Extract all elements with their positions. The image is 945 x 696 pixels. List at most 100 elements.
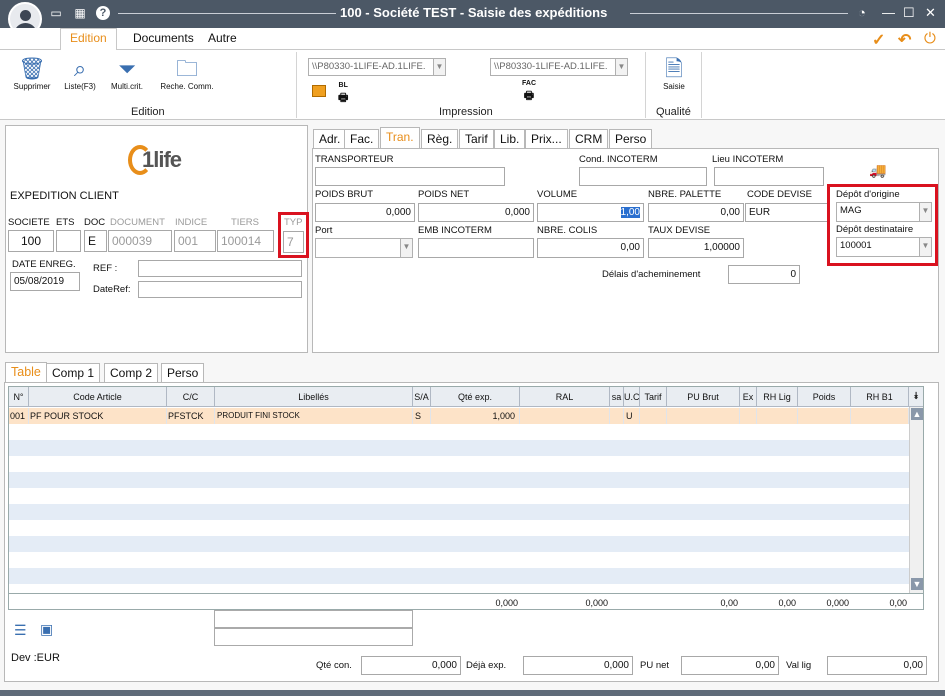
- undo-icon[interactable]: ↶: [898, 30, 911, 50]
- search-order-button[interactable]: 🗀 Reche. Comm.: [156, 56, 218, 91]
- tab-edition[interactable]: Edition: [60, 28, 117, 51]
- empty-table-row[interactable]: [9, 568, 909, 584]
- empty-table-row[interactable]: [9, 504, 909, 520]
- tiers-field[interactable]: 100014: [217, 230, 274, 252]
- cell-libelle[interactable]: PRODUIT FINI STOCK: [215, 408, 413, 424]
- empty-table-row[interactable]: [9, 472, 909, 488]
- cell-tarif[interactable]: [640, 408, 667, 424]
- code-devise-field[interactable]: EUR: [745, 203, 830, 222]
- empty-table-row[interactable]: [9, 440, 909, 456]
- empty-table-row[interactable]: [9, 536, 909, 552]
- close-icon[interactable]: ✕: [925, 5, 936, 21]
- libelle-extra-1[interactable]: [214, 610, 413, 628]
- cell-pu[interactable]: [667, 408, 740, 424]
- ets-field[interactable]: [56, 230, 81, 252]
- tab-lib[interactable]: Lib.: [494, 129, 526, 148]
- poids-net-field[interactable]: 0,000: [418, 203, 534, 222]
- tab-grid-perso[interactable]: Perso: [161, 363, 205, 382]
- delete-button[interactable]: 🗑 Supprimer: [7, 56, 57, 91]
- saisie-button[interactable]: 🗎 Saisie: [650, 56, 698, 91]
- col-header[interactable]: U.C: [624, 387, 640, 407]
- cell-cc[interactable]: PFSTCK: [167, 408, 215, 424]
- column-chooser-icon[interactable]: ⯯: [909, 387, 923, 407]
- box-icon[interactable]: ▣: [40, 621, 53, 638]
- depot-origine-select[interactable]: MAG ▼: [836, 202, 932, 222]
- cell-n[interactable]: 001: [9, 408, 29, 424]
- tab-comp2[interactable]: Comp 2: [104, 363, 159, 382]
- printer-select-1[interactable]: \\P80330-1LIFE-AD.1LIFE. ▼: [308, 58, 446, 76]
- col-header[interactable]: sa: [610, 387, 624, 407]
- vertical-scrollbar[interactable]: ▲ ▼: [909, 407, 923, 593]
- col-header[interactable]: Code Article: [29, 387, 167, 407]
- cell-uc[interactable]: U: [624, 408, 640, 424]
- tab-adr[interactable]: Adr.: [313, 129, 347, 148]
- indice-field[interactable]: 001: [174, 230, 216, 252]
- power-icon[interactable]: ⏻: [924, 30, 936, 47]
- document-number-field[interactable]: 000039: [108, 230, 172, 252]
- tab-perso[interactable]: Perso: [609, 129, 653, 148]
- pu-net-field[interactable]: 0,00: [681, 656, 779, 675]
- tab-reg[interactable]: Règ.: [421, 129, 459, 148]
- cell-sa[interactable]: S: [413, 408, 431, 424]
- col-header[interactable]: RH B1: [851, 387, 909, 407]
- col-header[interactable]: S/A: [413, 387, 431, 407]
- cell-rhb1[interactable]: [851, 408, 909, 424]
- col-header[interactable]: RAL: [520, 387, 610, 407]
- tab-tarif[interactable]: Tarif: [459, 129, 494, 148]
- taux-devise-field[interactable]: 1,00000: [648, 238, 744, 258]
- tab-comp1[interactable]: Comp 1: [46, 363, 101, 382]
- deja-exp-field[interactable]: 0,000: [523, 656, 633, 675]
- empty-table-row[interactable]: [9, 424, 909, 440]
- col-header[interactable]: RH Lig: [757, 387, 798, 407]
- nbre-palette-field[interactable]: 0,00: [648, 203, 744, 222]
- tab-table[interactable]: Table: [5, 362, 47, 383]
- depot-dest-select[interactable]: 100001 ▼: [836, 237, 932, 257]
- col-header[interactable]: Qté exp.: [431, 387, 520, 407]
- emb-incoterm-field[interactable]: [418, 238, 534, 258]
- tab-fac[interactable]: Fac.: [344, 129, 380, 148]
- empty-table-row[interactable]: [9, 552, 909, 568]
- cell-rh[interactable]: [757, 408, 798, 424]
- cell-sa2[interactable]: [610, 408, 624, 424]
- col-header[interactable]: Libellés: [215, 387, 413, 407]
- volume-field[interactable]: 1,00: [537, 203, 644, 222]
- tab-tran[interactable]: Tran.: [380, 127, 420, 149]
- cell-poids[interactable]: [798, 408, 851, 424]
- delais-field[interactable]: 0: [728, 265, 800, 284]
- print-bl-button[interactable]: BL 🖶: [338, 82, 348, 108]
- col-header[interactable]: Ex: [740, 387, 757, 407]
- tab-crm[interactable]: CRM: [569, 129, 609, 148]
- minimize-icon[interactable]: —: [882, 5, 895, 20]
- libelle-extra-2[interactable]: [214, 628, 413, 646]
- printer-select-2[interactable]: \\P80330-1LIFE-AD.1LIFE. ▼: [490, 58, 628, 76]
- lieu-incoterm-field[interactable]: [714, 167, 824, 186]
- calculator-icon[interactable]: ▦: [73, 6, 87, 20]
- val-lig-field[interactable]: 0,00: [827, 656, 927, 675]
- scroll-down-icon[interactable]: ▼: [911, 578, 923, 590]
- maximize-icon[interactable]: ☐: [903, 5, 915, 21]
- tab-prix[interactable]: Prix...: [525, 129, 568, 148]
- scroll-up-icon[interactable]: ▲: [911, 408, 923, 420]
- print-fac-button[interactable]: FAC 🖶: [522, 80, 536, 106]
- empty-table-row[interactable]: [9, 520, 909, 536]
- monitor-icon[interactable]: ▭: [49, 6, 63, 20]
- doc-field[interactable]: E: [84, 230, 107, 252]
- col-header[interactable]: C/C: [167, 387, 215, 407]
- nbre-colis-field[interactable]: 0,00: [537, 238, 644, 258]
- help-icon[interactable]: ?: [96, 6, 110, 20]
- truck-icon[interactable]: 🚚: [869, 162, 886, 179]
- cell-qte[interactable]: 1,000: [431, 408, 520, 424]
- table-row[interactable]: 001 PF POUR STOCK PFSTCK PRODUIT FINI ST…: [9, 408, 909, 424]
- col-header[interactable]: Tarif: [640, 387, 667, 407]
- dateref-field[interactable]: [138, 281, 302, 298]
- cell-ex[interactable]: [740, 408, 757, 424]
- clock-icon[interactable]: ◔: [858, 5, 866, 20]
- validate-check-icon[interactable]: ✓: [872, 30, 885, 50]
- transporteur-field[interactable]: [315, 167, 505, 186]
- poids-brut-field[interactable]: 0,000: [315, 203, 415, 222]
- empty-table-row[interactable]: [9, 488, 909, 504]
- societe-field[interactable]: 100: [8, 230, 54, 252]
- multi-criteria-button[interactable]: ⏷ Multi.crit.: [102, 56, 152, 91]
- port-select[interactable]: ▼: [315, 238, 413, 258]
- stack-icon[interactable]: ☰: [14, 622, 27, 639]
